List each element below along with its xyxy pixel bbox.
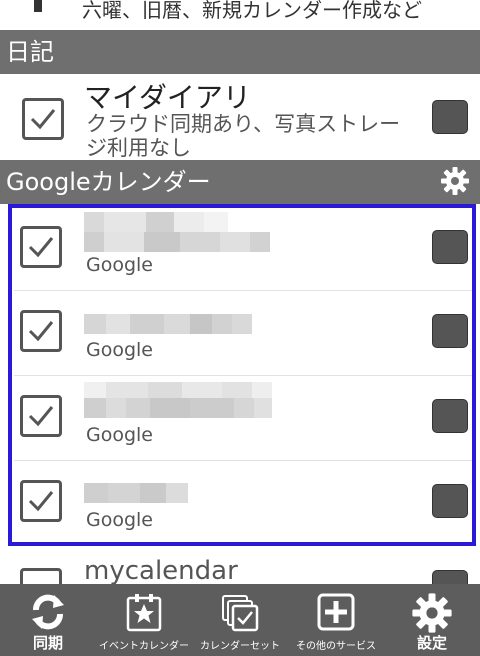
diary-color-swatch[interactable] [432, 100, 468, 134]
diary-subtitle-line1: クラウド同期あり、写真ストレー [86, 112, 401, 136]
calendar-color-swatch[interactable] [432, 570, 468, 584]
calendar-set-icon [222, 595, 259, 632]
calendar-color-swatch[interactable] [432, 230, 468, 264]
calendar-checkbox[interactable] [20, 480, 62, 522]
sync-button[interactable]: 同期 [0, 584, 96, 656]
google-calendar-item[interactable]: Google [0, 208, 480, 290]
other-services-button[interactable]: その他のサービス [288, 584, 384, 656]
gear-icon[interactable] [440, 166, 470, 196]
gear-icon [412, 593, 452, 633]
check-icon [30, 109, 56, 130]
check-icon [28, 491, 54, 512]
calendar-source: Google [86, 424, 154, 446]
calendar-color-swatch[interactable] [432, 314, 468, 348]
calendar-list-item-top[interactable]: 六曜、旧暦、新規カレンダー作成など [0, 0, 480, 28]
calendar-source: Google [86, 509, 154, 531]
diary-subtitle-line2: ジ利用なし [86, 136, 191, 160]
list-item-subtitle: 六曜、旧暦、新規カレンダー作成など [82, 0, 422, 22]
check-icon [28, 237, 54, 258]
list-item-title: mycalendar [84, 556, 238, 584]
plus-icon [317, 593, 355, 631]
redacted-calendar-name [84, 212, 228, 232]
sync-icon [32, 594, 64, 630]
calendar-list-item-partial[interactable]: mycalendar [0, 552, 480, 584]
google-calendar-item[interactable]: Google [0, 376, 480, 460]
calendar-set-label: カレンダーセット [200, 641, 280, 652]
redacted-calendar-name [84, 232, 270, 252]
calendar-checkbox[interactable] [20, 568, 62, 584]
calendar-source: Google [86, 339, 154, 361]
redacted-calendar-name [84, 398, 272, 418]
sync-label: 同期 [32, 634, 63, 652]
bottom-toolbar: 同期 イベントカレンダー カレンダーセット その他のサービス 設定 [0, 584, 480, 656]
calendar-color-swatch[interactable] [432, 399, 468, 433]
section-header-diary: 日記 [0, 30, 480, 74]
diary-checkbox[interactable] [22, 98, 64, 140]
google-calendar-item[interactable]: Google [0, 291, 480, 375]
check-icon [28, 406, 54, 427]
google-calendar-item[interactable]: Google [0, 461, 480, 543]
check-icon [28, 321, 54, 342]
redacted-calendar-name [84, 483, 188, 503]
section-header-label: 日記 [6, 38, 54, 66]
calendar-color-swatch[interactable] [432, 484, 468, 518]
event-calendar-button[interactable]: イベントカレンダー [96, 584, 192, 656]
calendar-checkbox[interactable] [20, 310, 62, 352]
other-services-label: その他のサービス [296, 641, 376, 652]
redacted-calendar-name [84, 314, 252, 334]
checkbox-edge [34, 0, 42, 12]
calendar-checkbox[interactable] [20, 226, 62, 268]
star-calendar-icon [126, 594, 162, 632]
event-calendar-label: イベントカレンダー [99, 641, 189, 652]
diary-item[interactable]: マイダイアリ クラウド同期あり、写真ストレー ジ利用なし [0, 74, 480, 160]
settings-label: 設定 [416, 634, 447, 652]
calendar-set-button[interactable]: カレンダーセット [192, 584, 288, 656]
calendar-source: Google [86, 254, 154, 276]
diary-title: マイダイアリ [84, 81, 251, 114]
section-header-google: Googleカレンダー [0, 160, 480, 204]
settings-button[interactable]: 設定 [384, 584, 480, 656]
section-header-label: Googleカレンダー [6, 168, 211, 196]
calendar-checkbox[interactable] [20, 395, 62, 437]
